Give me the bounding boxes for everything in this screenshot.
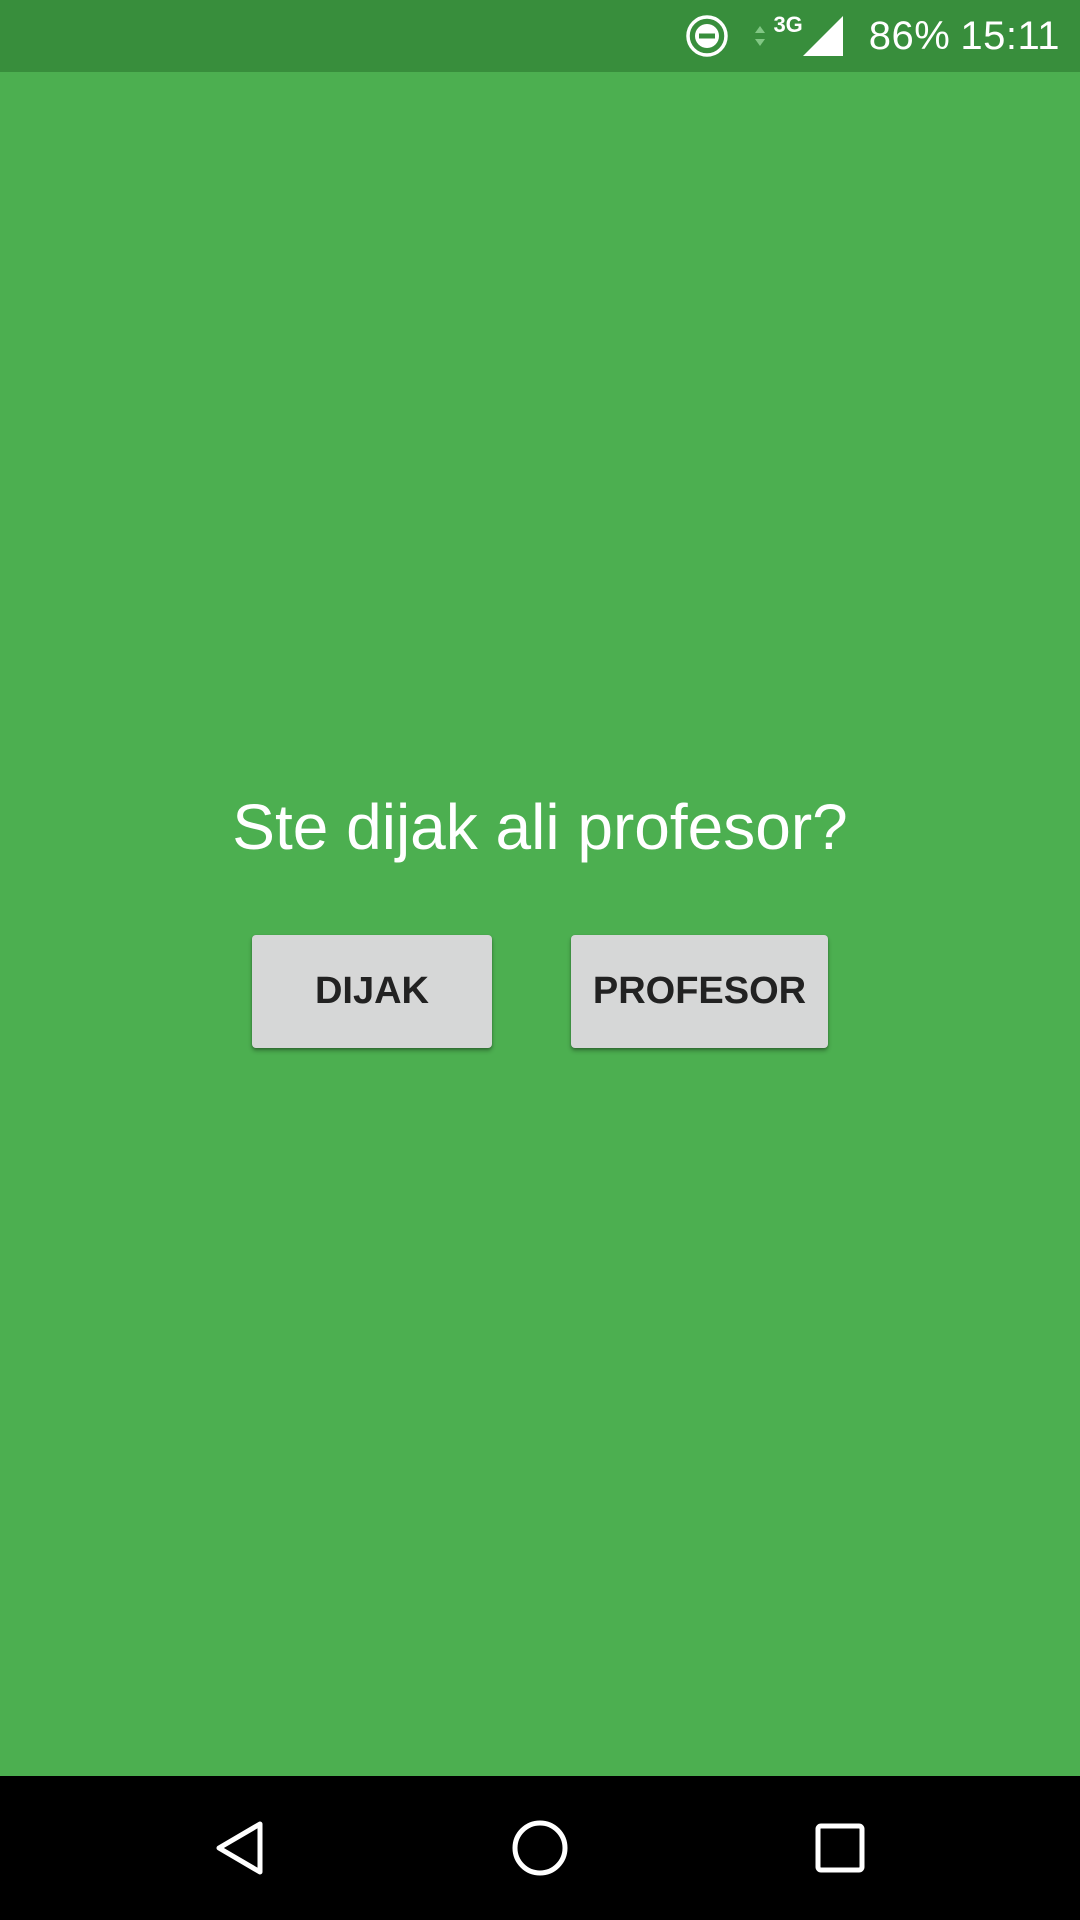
status-icons: 3G 86% 15:11 (685, 0, 1060, 72)
home-button[interactable] (460, 1776, 620, 1920)
status-bar: 3G 86% 15:11 (0, 0, 1080, 72)
home-icon (512, 1820, 568, 1876)
signal-icon (802, 16, 843, 56)
navigation-bar (0, 1776, 1080, 1920)
clock: 15:11 (960, 13, 1060, 58)
recents-button[interactable] (760, 1776, 920, 1920)
student-button[interactable]: DIJAK (252, 935, 492, 1048)
back-icon (216, 1821, 263, 1875)
role-question: Ste dijak ali profesor? (232, 791, 848, 863)
data-arrows-icon (755, 26, 766, 46)
back-button[interactable] (160, 1776, 320, 1920)
recents-icon (815, 1823, 865, 1873)
professor-button[interactable]: PROFESOR (571, 935, 828, 1048)
app-screen: 3G 86% 15:11 Ste dijak ali profesor? DIJ… (0, 0, 1080, 1920)
battery-percent: 86% (868, 13, 951, 58)
do-not-disturb-icon (686, 15, 729, 57)
main-content: Ste dijak ali profesor? DIJAK PROFESOR (0, 72, 1080, 1776)
